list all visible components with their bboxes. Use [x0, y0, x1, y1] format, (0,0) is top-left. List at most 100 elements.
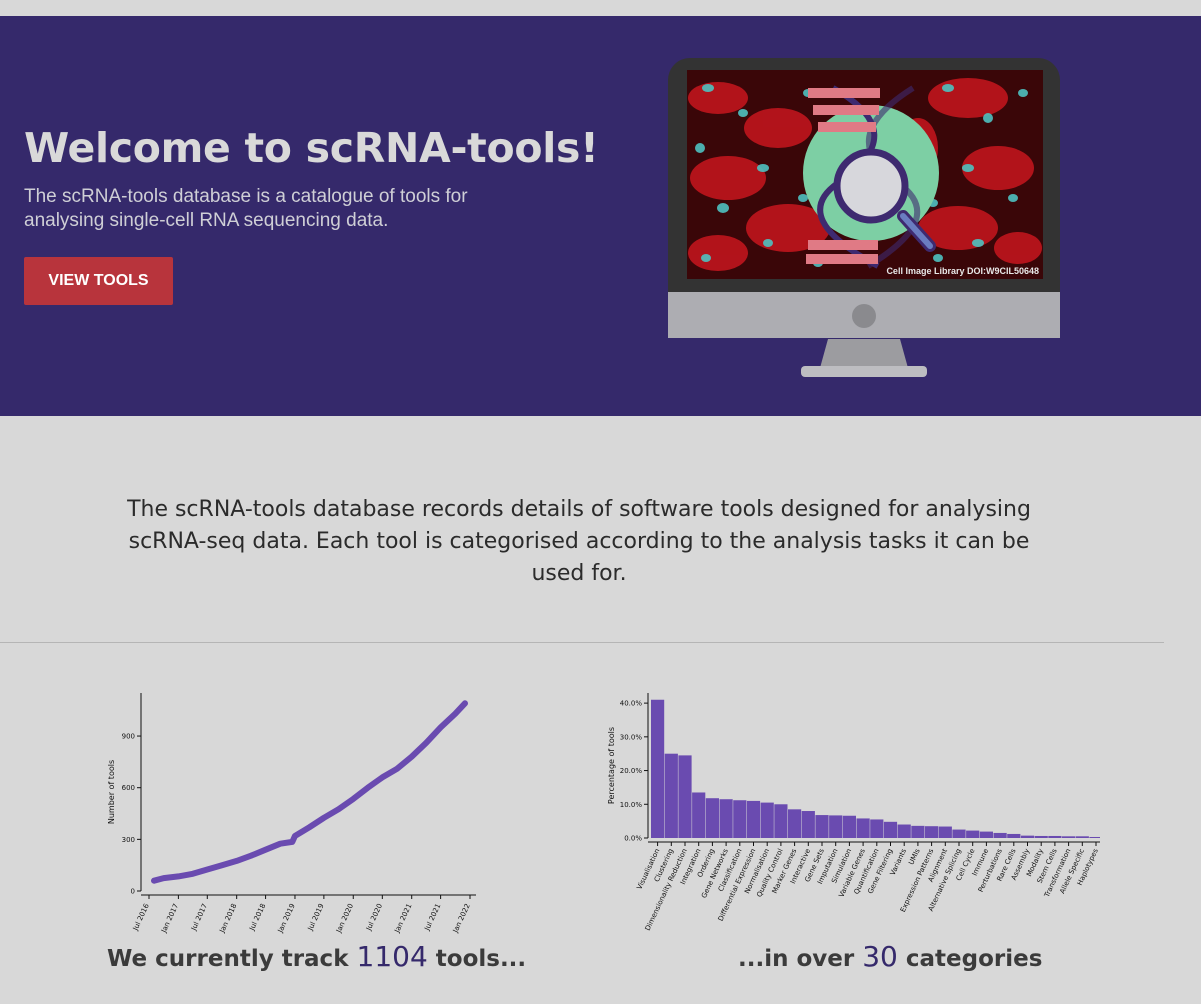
x-tick-label: Jan 2017 [159, 902, 180, 934]
y-axis-label: Percentage of tools [607, 727, 616, 804]
monitor-stand [820, 339, 908, 368]
y-tick-label: 30.0% [620, 733, 643, 741]
x-tick-label: Jan 2018 [218, 902, 239, 934]
data-point [175, 873, 181, 879]
categories-count-caption: ...in over 30 categories [738, 940, 1042, 973]
x-tick-label: Jan 2020 [334, 902, 355, 934]
bar [883, 821, 898, 838]
y-tick-label: 40.0% [620, 700, 643, 708]
bar [651, 699, 665, 838]
tools-count-line [151, 700, 468, 884]
hero-description: The scRNA-tools database is a catalogue … [24, 186, 468, 231]
tools-count-caption: We currently track 1104 tools... [107, 940, 526, 973]
bar [911, 825, 925, 838]
bar [801, 811, 815, 838]
x-tick-label: Jul 2020 [364, 902, 384, 932]
data-point [438, 724, 444, 730]
bar [897, 824, 911, 838]
bar [1089, 836, 1100, 838]
data-point [462, 700, 468, 706]
image-credit: Cell Image Library DOI:W9CIL50648 [886, 266, 1039, 276]
bar [678, 755, 692, 838]
bar [856, 818, 870, 838]
categories-caption-suffix: categories [897, 946, 1043, 972]
data-point [423, 740, 429, 746]
section-divider [0, 642, 1164, 643]
data-point [234, 858, 240, 864]
tools-count: 1104 [356, 940, 428, 973]
x-tick-label: Jul 2019 [306, 902, 326, 932]
bar [952, 829, 966, 838]
bar [719, 799, 733, 838]
bar [1048, 835, 1062, 838]
bar [746, 800, 761, 838]
bar [692, 792, 706, 838]
bar [788, 809, 802, 838]
bar [979, 831, 993, 838]
categories-caption-prefix: ...in over [738, 946, 863, 972]
bar [733, 800, 747, 838]
data-point [350, 796, 356, 802]
y-tick-label: 900 [122, 733, 135, 741]
bar [925, 826, 939, 838]
bar [1020, 835, 1035, 838]
y-tick-label: 0 [131, 888, 135, 896]
tools-over-time-chart: 0 300 600 900 Jul 2016 Jan 2017 Jul 2017 Jan 20… [107, 693, 476, 935]
data-point [394, 766, 400, 772]
bar [938, 826, 952, 838]
data-point [190, 871, 196, 877]
monitor-button [852, 304, 876, 328]
bar [1075, 836, 1089, 838]
bar [1062, 836, 1076, 838]
data-point [365, 785, 371, 791]
y-axis-label: Number of tools [107, 760, 116, 824]
bar [966, 830, 980, 838]
x-tick-label: Jan 2022 [451, 902, 472, 934]
data-point [289, 839, 295, 845]
x-tick-label: Jul 2021 [423, 902, 443, 932]
data-point [204, 866, 210, 872]
data-point [379, 774, 385, 780]
bar [1034, 835, 1048, 838]
data-point [409, 754, 415, 760]
y-tick-label: 10.0% [620, 801, 643, 809]
data-point [321, 815, 327, 821]
data-point [219, 862, 225, 868]
tools-caption-suffix: tools... [427, 946, 527, 972]
y-tick-label: 300 [122, 836, 135, 844]
categories-count: 30 [862, 940, 898, 973]
x-tick-label: Jul 2016 [131, 902, 151, 933]
bar [993, 832, 1007, 838]
data-point [248, 853, 254, 859]
view-tools-button[interactable]: VIEW TOOLS [24, 257, 173, 305]
y-tick-label: 0.0% [624, 835, 642, 843]
data-point [151, 878, 157, 884]
bar [760, 802, 774, 838]
category-percentage-chart: 0.0% 10.0% 20.0% 30.0% 40.0% Percentage of to… [607, 693, 1100, 932]
bar [870, 819, 884, 838]
data-point [263, 847, 269, 853]
tools-caption-prefix: We currently track [107, 946, 357, 972]
bar [842, 815, 856, 838]
y-tick-label: 20.0% [620, 767, 643, 775]
intro-text: The scRNA-tools database records details… [127, 497, 1031, 586]
category-label: UMIs [907, 847, 922, 866]
bar [705, 798, 719, 838]
screen-cell-image: Cell Image Library DOI:W9CIL50648 [687, 70, 1043, 279]
bar [774, 804, 788, 838]
bar [829, 815, 843, 838]
y-tick-label: 600 [122, 784, 135, 792]
data-point [161, 875, 167, 881]
hero-banner: Welcome to scRNA-tools! The scRNA-tools … [0, 16, 1201, 416]
monitor-illustration: Cell Image Library DOI:W9CIL50648 [668, 58, 1060, 377]
bar [1007, 833, 1021, 838]
hero-title: Welcome to scRNA-tools! [24, 124, 599, 172]
monitor-base [801, 366, 927, 377]
data-point [277, 841, 283, 847]
data-point [306, 824, 312, 830]
data-point [336, 806, 342, 812]
x-tick-label: Jan 2019 [276, 902, 297, 934]
data-point [292, 833, 298, 839]
data-point [452, 711, 458, 717]
bar [664, 753, 678, 838]
